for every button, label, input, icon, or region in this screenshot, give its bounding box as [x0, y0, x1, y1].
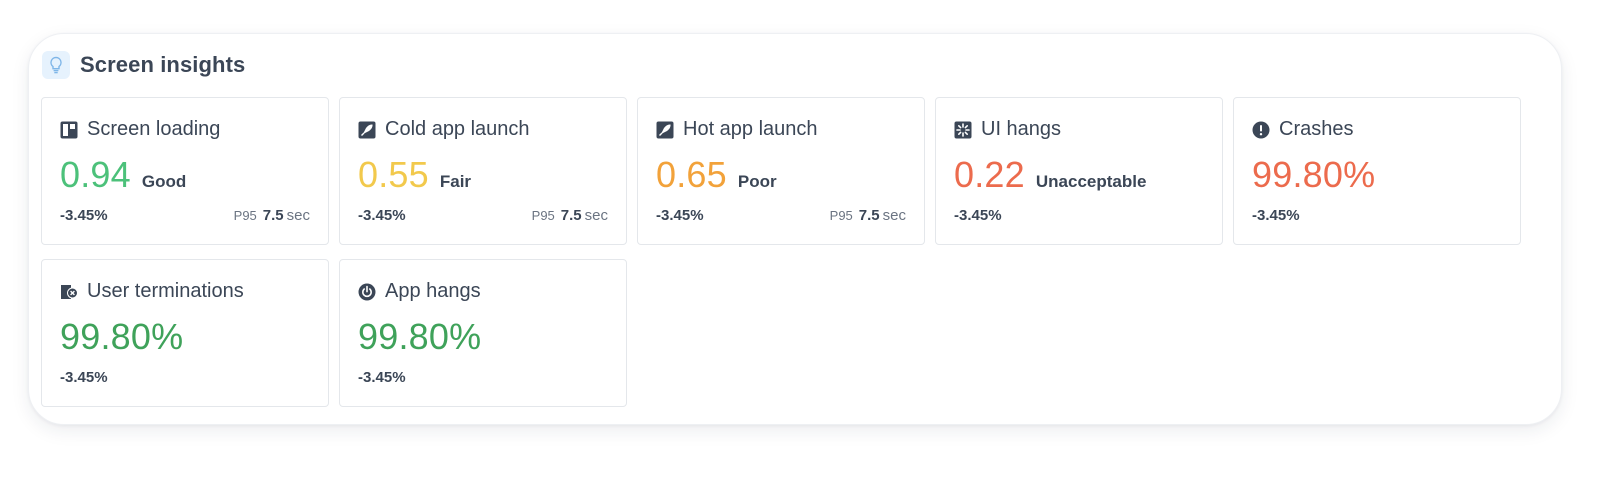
card-title: Screen loading — [87, 118, 221, 140]
rocket-icon — [656, 121, 674, 139]
change-percent: -3.45% — [358, 369, 406, 386]
metric-card-cold-app-launch[interactable]: Cold app launch 0.55 Fair -3.45% P95 7.5 s… — [339, 97, 627, 245]
metric-card-ui-hangs[interactable]: UI hangs 0.22 Unacceptable -3.45% — [935, 97, 1223, 245]
p95-metric: P95 7.5 sec — [234, 207, 310, 224]
metric-value: 0.65 — [656, 154, 727, 195]
lightbulb-icon — [42, 51, 70, 79]
panel-title: Screen insights — [80, 52, 246, 77]
screen-insights-panel: Screen insights Screen loading 0.94 Good… — [28, 33, 1562, 425]
metric-card-user-terminations[interactable]: User terminations 99.80% -3.45% — [41, 259, 329, 407]
p95-metric: P95 7.5 sec — [532, 207, 608, 224]
p95-label: P95 — [531, 208, 555, 223]
metric-value: 99.80% — [1252, 154, 1376, 195]
change-percent: -3.45% — [358, 207, 406, 224]
p95-label: P95 — [829, 208, 853, 223]
p95-metric: P95 7.5 sec — [830, 207, 906, 224]
p95-value: 7.5 — [262, 207, 284, 224]
change-percent: -3.45% — [656, 207, 704, 224]
card-title: User terminations — [87, 280, 244, 302]
p95-unit: sec — [584, 207, 608, 224]
rating-label: Poor — [737, 172, 777, 191]
terminate-icon — [60, 283, 78, 301]
change-percent: -3.45% — [60, 207, 108, 224]
change-percent: -3.45% — [954, 207, 1002, 224]
metric-value: 0.55 — [358, 154, 429, 195]
power-icon — [358, 283, 376, 301]
metric-card-screen-loading[interactable]: Screen loading 0.94 Good -3.45% P95 7.5 se… — [41, 97, 329, 245]
metric-value: 0.94 — [60, 154, 131, 195]
card-title: Hot app launch — [683, 118, 818, 140]
metric-card-app-hangs[interactable]: App hangs 99.80% -3.45% — [339, 259, 627, 407]
p95-unit: sec — [882, 207, 906, 224]
metric-value: 99.80% — [60, 316, 184, 357]
change-percent: -3.45% — [60, 369, 108, 386]
loading-spinner-icon — [954, 121, 972, 139]
card-title: Cold app launch — [385, 118, 530, 140]
metric-value: 0.22 — [954, 154, 1025, 195]
card-title: UI hangs — [981, 118, 1062, 140]
card-title: App hangs — [385, 280, 481, 302]
metric-value: 99.80% — [358, 316, 482, 357]
p95-value: 7.5 — [858, 207, 880, 224]
rocket-icon — [358, 121, 376, 139]
card-title: Crashes — [1279, 118, 1354, 140]
rating-label: Good — [141, 172, 187, 191]
metric-card-hot-app-launch[interactable]: Hot app launch 0.65 Poor -3.45% P95 7.5 se… — [637, 97, 925, 245]
screen-loading-icon — [60, 121, 78, 139]
rating-label: Fair — [439, 172, 472, 191]
panel-header: Screen insights — [42, 51, 245, 79]
metric-card-crashes[interactable]: Crashes 99.80% -3.45% — [1233, 97, 1521, 245]
p95-value: 7.5 — [560, 207, 582, 224]
p95-label: P95 — [233, 208, 257, 223]
alert-icon — [1252, 121, 1270, 139]
p95-unit: sec — [286, 207, 310, 224]
change-percent: -3.45% — [1252, 207, 1300, 224]
rating-label: Unacceptable — [1035, 172, 1147, 191]
